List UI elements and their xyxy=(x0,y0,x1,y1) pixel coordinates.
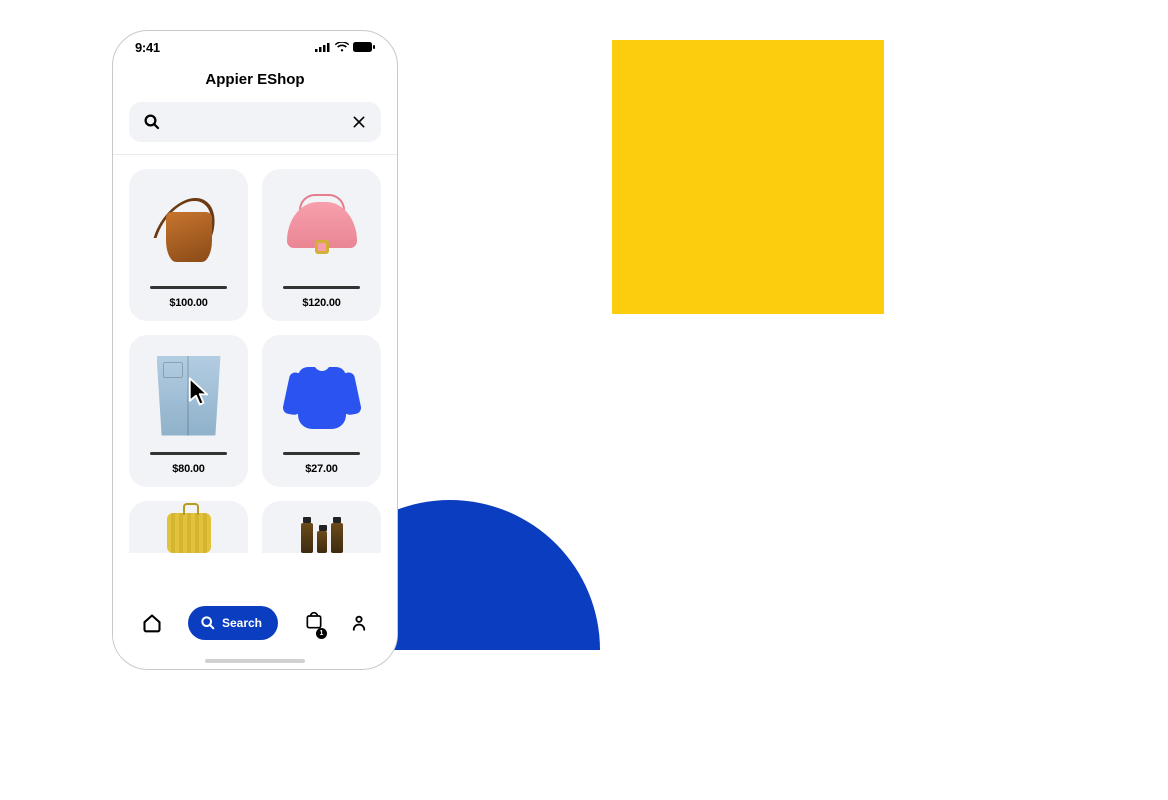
product-card-blue-shirt[interactable]: $27.00 xyxy=(262,335,381,487)
search-input[interactable] xyxy=(129,102,381,142)
product-image xyxy=(139,179,238,280)
wifi-icon xyxy=(335,42,349,52)
search-icon xyxy=(143,113,161,131)
cart-badge: 1 xyxy=(316,628,327,639)
status-time: 9:41 xyxy=(135,40,160,55)
card-underline xyxy=(150,452,227,455)
signal-icon xyxy=(315,42,331,52)
product-image xyxy=(139,345,238,446)
product-card-bottles[interactable] xyxy=(262,501,381,553)
card-underline xyxy=(150,286,227,289)
search-icon xyxy=(200,615,216,631)
product-price: $120.00 xyxy=(302,297,340,309)
phone-mockup: 9:41 Appier EShop $100.00 $120.00 xyxy=(112,30,398,670)
profile-icon[interactable] xyxy=(350,613,368,633)
product-image xyxy=(272,345,371,446)
product-card-pink-bag[interactable]: $120.00 xyxy=(262,169,381,321)
product-price: $80.00 xyxy=(172,463,204,475)
search-tab[interactable]: Search xyxy=(188,606,278,640)
clear-icon[interactable] xyxy=(351,114,367,130)
status-icons xyxy=(315,42,375,52)
battery-icon xyxy=(353,42,375,52)
bottom-nav: Search 1 xyxy=(113,593,397,659)
product-price: $100.00 xyxy=(169,297,207,309)
cart-icon[interactable]: 1 xyxy=(304,611,324,636)
card-underline xyxy=(283,452,360,455)
home-indicator xyxy=(205,659,305,663)
home-icon[interactable] xyxy=(142,613,162,633)
card-underline xyxy=(283,286,360,289)
product-price: $27.00 xyxy=(305,463,337,475)
page-title: Appier EShop xyxy=(113,71,397,88)
product-image xyxy=(301,523,343,553)
decorative-yellow-square xyxy=(612,40,884,314)
product-image xyxy=(272,179,371,280)
product-card-luggage[interactable] xyxy=(129,501,248,553)
product-image xyxy=(167,513,211,553)
search-tab-label: Search xyxy=(222,616,262,630)
product-card-brown-bag[interactable]: $100.00 xyxy=(129,169,248,321)
product-grid: $100.00 $120.00 $80.00 $27.00 xyxy=(113,169,397,593)
divider xyxy=(113,154,397,155)
status-bar: 9:41 xyxy=(113,31,397,63)
product-card-jeans[interactable]: $80.00 xyxy=(129,335,248,487)
